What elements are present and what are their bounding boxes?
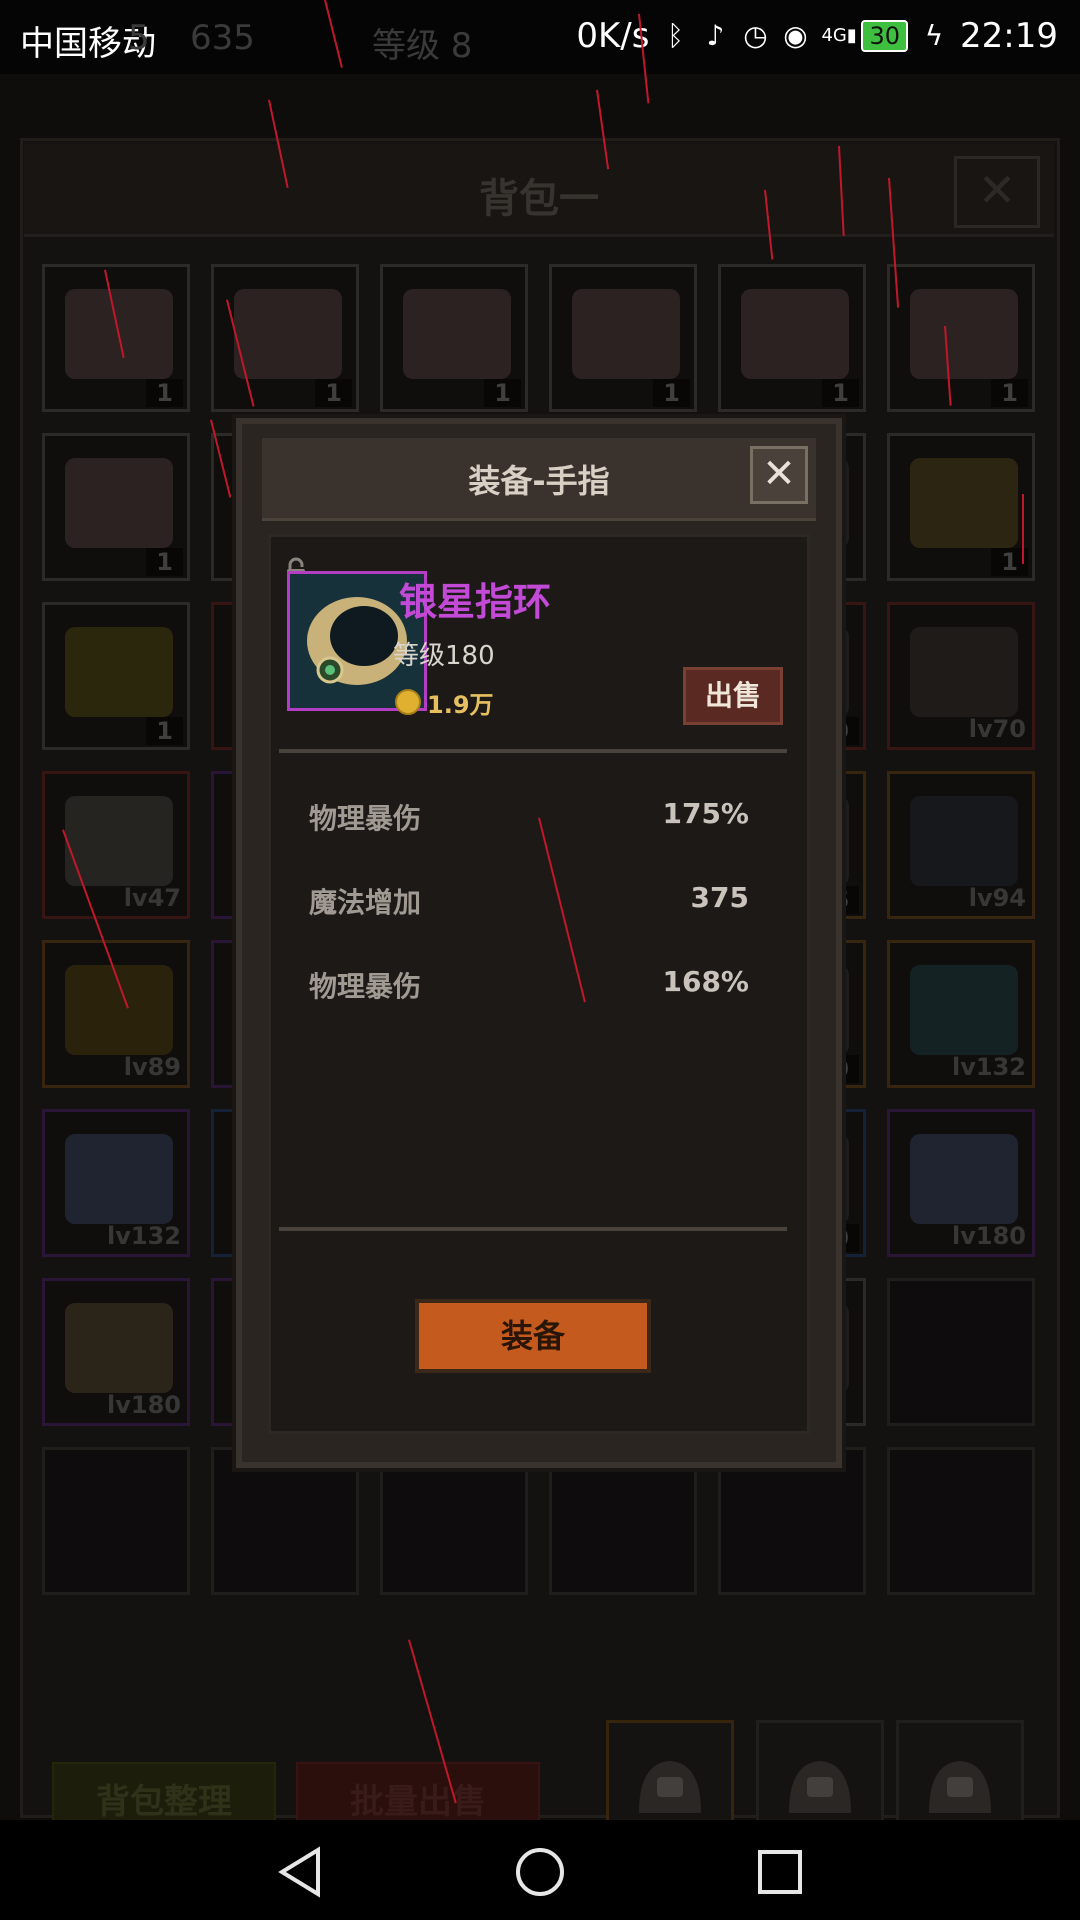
- navigation-bar: [0, 1820, 1080, 1920]
- stat-value: 168%: [662, 965, 749, 998]
- equip-button[interactable]: 装备: [415, 1299, 651, 1373]
- signal-4g-icon: 4G▮: [821, 25, 857, 46]
- dialog-header: 装备-手指 ✕: [262, 438, 816, 521]
- stat-name: 魔法增加: [309, 886, 422, 919]
- eye-icon: ◉: [783, 19, 808, 52]
- battery-indicator: 30: [861, 20, 909, 52]
- item-level: 等级180: [393, 641, 495, 671]
- item-price: 1.9万: [427, 691, 494, 719]
- stat-value: 175%: [662, 797, 749, 830]
- clock-time: 22:19: [960, 16, 1058, 56]
- dialog-title: 装备-手指: [468, 462, 610, 500]
- item-name: 银星指环: [399, 580, 552, 624]
- ghost-gem-count: 635: [190, 18, 255, 58]
- charging-icon: ϟ: [924, 19, 944, 52]
- recents-icon[interactable]: [754, 1846, 806, 1898]
- stat-value: 375: [690, 881, 749, 914]
- status-bar: 中国移动 5 635 等级 8 0K/s ᛒ ♪ ◷ ◉ 4G▮ 30 ϟ 22…: [0, 0, 1080, 74]
- mute-icon: ♪: [706, 19, 725, 52]
- home-icon[interactable]: [514, 1846, 566, 1898]
- dialog-close-button[interactable]: ✕: [750, 446, 808, 504]
- divider-top: [279, 749, 787, 753]
- ghost-level: 等级 8: [372, 26, 473, 66]
- coin-icon: [395, 689, 421, 715]
- stat-row: 魔法增加 375: [309, 881, 749, 921]
- dialog-body: 银星指环 等级180 1.9万 出售 物理暴伤 175% 魔法增加 375 物理…: [268, 534, 810, 1434]
- stat-row: 物理暴伤 175%: [309, 797, 749, 837]
- stat-row: 物理暴伤 168%: [309, 965, 749, 1005]
- stat-name: 物理暴伤: [309, 970, 422, 1003]
- divider-bottom: [279, 1227, 787, 1231]
- back-icon[interactable]: [274, 1846, 326, 1898]
- bluetooth-icon: ᛒ: [667, 19, 684, 52]
- sell-button[interactable]: 出售: [683, 667, 783, 725]
- equipment-dialog: 装备-手指 ✕ 银星指环 等级180 1.9万 出售 物理暴伤 175% 魔法增…: [236, 418, 842, 1468]
- rain-streak: [1022, 494, 1024, 564]
- stat-name: 物理暴伤: [309, 802, 422, 835]
- ghost-counter: 5: [128, 18, 150, 58]
- alarm-icon: ◷: [743, 19, 768, 52]
